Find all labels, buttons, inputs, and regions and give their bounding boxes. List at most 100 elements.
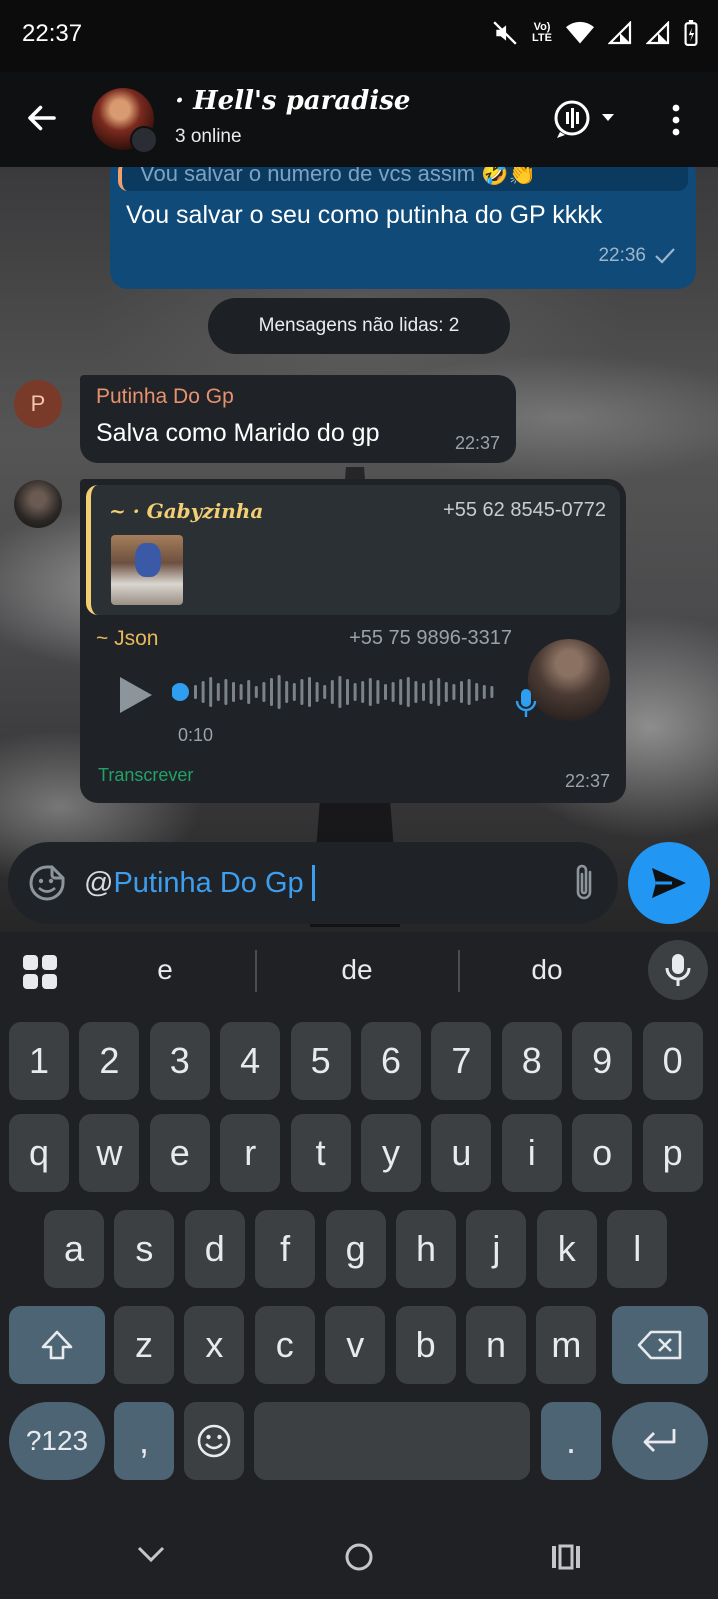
key-a[interactable]: a xyxy=(44,1210,104,1288)
key-9[interactable]: 9 xyxy=(572,1022,633,1100)
key-w[interactable]: w xyxy=(79,1114,140,1192)
suggestion-divider xyxy=(458,950,460,992)
emoji-key[interactable] xyxy=(184,1402,244,1480)
suggestion-divider xyxy=(255,950,257,992)
key-3[interactable]: 3 xyxy=(149,1022,210,1100)
message-composer[interactable]: @ Putinha Do Gp xyxy=(8,842,618,924)
key-i[interactable]: i xyxy=(501,1114,562,1192)
key-7[interactable]: 7 xyxy=(431,1022,492,1100)
suggestion-3[interactable]: do xyxy=(472,954,622,986)
group-avatar[interactable] xyxy=(92,88,158,154)
status-time: 22:37 xyxy=(22,20,83,47)
incoming-voice-message[interactable]: ~ · Gabyzinha +55 62 8545-0772 ~ Json +5… xyxy=(80,479,626,803)
voice-input-button[interactable] xyxy=(648,940,708,1000)
send-button[interactable] xyxy=(628,842,710,924)
community-timer-icon xyxy=(130,126,158,154)
key-1[interactable]: 1 xyxy=(9,1022,69,1100)
nav-back-chevron-icon[interactable] xyxy=(136,1544,166,1566)
sticker-icon[interactable] xyxy=(28,864,66,902)
message-meta: 22:36 xyxy=(598,245,676,267)
voice-waveform[interactable] xyxy=(172,669,502,715)
key-r[interactable]: r xyxy=(220,1114,281,1192)
message-time: 22:37 xyxy=(564,771,610,791)
key-g[interactable]: g xyxy=(325,1210,386,1288)
nav-recents-icon[interactable] xyxy=(550,1544,582,1570)
more-options-icon[interactable] xyxy=(664,100,688,140)
key-y[interactable]: y xyxy=(361,1114,421,1192)
navigation-bar xyxy=(0,1520,718,1599)
key-l[interactable]: l xyxy=(607,1210,668,1288)
key-m[interactable]: m xyxy=(536,1306,597,1384)
key-e[interactable]: e xyxy=(149,1114,210,1192)
mention-at: @ xyxy=(84,866,114,899)
sender-name[interactable]: ~ Json xyxy=(96,627,158,651)
key-k[interactable]: k xyxy=(536,1210,597,1288)
incoming-message[interactable]: Putinha Do Gp Salva como Marido do gp 22… xyxy=(80,375,516,463)
key-s[interactable]: s xyxy=(114,1210,175,1288)
suggestion-2[interactable]: de xyxy=(282,954,432,986)
group-name[interactable]: · Hell's paradise xyxy=(175,86,410,116)
sender-avatar[interactable]: P xyxy=(14,380,62,428)
sender-avatar-photo[interactable] xyxy=(14,480,62,528)
key-u[interactable]: u xyxy=(431,1114,492,1192)
key-p[interactable]: p xyxy=(642,1114,703,1192)
key-f[interactable]: f xyxy=(255,1210,316,1288)
key-x[interactable]: x xyxy=(184,1306,245,1384)
key-d[interactable]: d xyxy=(184,1210,245,1288)
chat-header: · Hell's paradise 3 online xyxy=(0,72,718,167)
online-count: 3 online xyxy=(175,126,242,147)
key-z[interactable]: z xyxy=(114,1306,174,1384)
key-o[interactable]: o xyxy=(572,1114,633,1192)
shift-key[interactable] xyxy=(9,1306,105,1384)
symbols-key[interactable]: ?123 xyxy=(9,1402,105,1480)
key-j[interactable]: j xyxy=(466,1210,527,1288)
key-t[interactable]: t xyxy=(290,1114,351,1192)
key-2[interactable]: 2 xyxy=(79,1022,140,1100)
nav-home-icon[interactable] xyxy=(344,1542,374,1572)
reply-preview[interactable]: ~ · Gabyzinha +55 62 8545-0772 xyxy=(86,485,620,615)
key-n[interactable]: n xyxy=(466,1306,526,1384)
period-key[interactable]: . xyxy=(541,1402,601,1480)
enter-key[interactable] xyxy=(612,1402,708,1480)
outgoing-message[interactable]: Vou salvar o numero de vcs assim 🤣👏 Vou … xyxy=(110,167,696,289)
key-h[interactable]: h xyxy=(396,1210,456,1288)
message-text: Salva como Marido do gp xyxy=(96,419,380,447)
play-icon[interactable] xyxy=(114,675,154,715)
chat-area[interactable]: Vou salvar o numero de vcs assim 🤣👏 Vou … xyxy=(0,167,718,932)
quoted-message[interactable]: Vou salvar o numero de vcs assim 🤣👏 xyxy=(118,167,688,191)
backspace-key[interactable] xyxy=(612,1306,708,1384)
key-c[interactable]: c xyxy=(254,1306,315,1384)
unread-divider: Mensagens não lidas: 2 xyxy=(208,298,510,354)
message-time: 22:36 xyxy=(598,245,646,266)
signal-icon xyxy=(608,21,632,45)
key-q[interactable]: q xyxy=(9,1114,69,1192)
reply-image-thumbnail xyxy=(111,535,183,605)
sender-name[interactable]: Putinha Do Gp xyxy=(96,385,234,409)
apps-grid-icon[interactable] xyxy=(22,954,58,990)
suggestion-1[interactable]: e xyxy=(90,954,240,986)
enter-icon xyxy=(643,1429,676,1452)
transcribe-button[interactable]: Transcrever xyxy=(98,765,193,786)
key-6[interactable]: 6 xyxy=(361,1022,421,1100)
volte-icon: Vo) LTE xyxy=(532,21,552,44)
send-icon xyxy=(652,868,686,898)
message-text: Vou salvar o seu como putinha do GP kkkk xyxy=(126,201,603,229)
key-v[interactable]: v xyxy=(325,1306,386,1384)
shift-icon xyxy=(41,1330,73,1360)
attach-icon[interactable] xyxy=(570,862,600,904)
wifi-icon xyxy=(566,21,594,44)
key-5[interactable]: 5 xyxy=(290,1022,351,1100)
message-input[interactable]: @ Putinha Do Gp xyxy=(84,860,315,906)
status-bar: 22:37 Vo) LTE xyxy=(0,0,718,72)
key-0[interactable]: 0 xyxy=(642,1022,703,1100)
key-4[interactable]: 4 xyxy=(220,1022,281,1100)
comma-key[interactable]: , xyxy=(114,1402,174,1480)
key-8[interactable]: 8 xyxy=(501,1022,562,1100)
text-caret xyxy=(311,865,315,901)
key-b[interactable]: b xyxy=(395,1306,456,1384)
space-key[interactable] xyxy=(254,1402,530,1480)
voice-chat-button[interactable] xyxy=(552,96,622,140)
backspace-icon xyxy=(637,1330,682,1360)
sent-check-icon xyxy=(655,248,675,264)
back-arrow-icon[interactable] xyxy=(24,100,60,136)
